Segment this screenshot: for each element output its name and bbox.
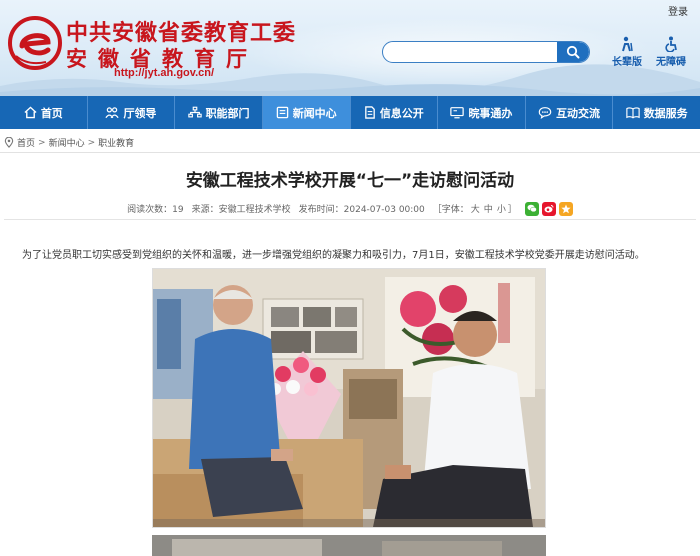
elder-mode-button[interactable]: 长辈版 bbox=[607, 36, 647, 68]
source-value: 安徽工程技术学校 bbox=[218, 205, 291, 215]
font-size-label-close: ］ bbox=[507, 205, 517, 215]
accessibility-label: 无障碍 bbox=[656, 57, 686, 68]
font-size-label-open: ［字体： bbox=[432, 205, 469, 215]
time-group: 发布时间：2024-07-03 00:00 bbox=[299, 202, 425, 215]
breadcrumb: 首页 > 新闻中心 > 职业教育 bbox=[4, 136, 134, 149]
nav-item-interaction[interactable]: 互动交流 bbox=[526, 96, 614, 129]
views-count: 19 bbox=[172, 205, 184, 215]
article-paragraph: 为了让党员职工切实感受到党组织的关怀和温暖，进一步增强党组织的凝聚力和吸引力，7… bbox=[22, 250, 645, 261]
nav-item-label: 信息公开 bbox=[379, 106, 424, 120]
nav-item-label: 新闻中心 bbox=[292, 106, 337, 120]
accessibility-icon bbox=[665, 36, 677, 52]
home-icon bbox=[24, 106, 37, 119]
breadcrumb-news[interactable]: 新闻中心 bbox=[49, 136, 85, 149]
nav-item-label: 职能部门 bbox=[205, 106, 250, 120]
font-size-small[interactable]: 小 bbox=[497, 205, 506, 215]
font-size-switcher: ［字体：大中小 ］ bbox=[433, 202, 517, 215]
main-nav: 首页 厅领导 职能部门 新闻中心 信息公开 晥事通办 互动交流 数据服务 bbox=[0, 96, 700, 129]
org-chart-icon bbox=[187, 106, 202, 118]
search-input[interactable] bbox=[383, 43, 553, 62]
site-url: http://jyt.ah.gov.cn/ bbox=[114, 67, 215, 79]
article-photo-2 bbox=[152, 535, 546, 556]
photo-scene bbox=[153, 269, 545, 527]
meta-divider bbox=[4, 219, 696, 220]
font-size-large[interactable]: 大 bbox=[471, 205, 480, 215]
time-label: 发布时间： bbox=[298, 205, 344, 215]
site-header: 登录 中共安徽省委教育工委 安徽省教育厅 http://jyt.ah.gov.c… bbox=[0, 0, 700, 96]
source-label: 来源： bbox=[191, 205, 219, 215]
nav-item-disclosure[interactable]: 信息公开 bbox=[351, 96, 439, 129]
leaders-icon bbox=[105, 107, 120, 119]
nav-item-label: 厅领导 bbox=[123, 106, 157, 120]
views-group: 阅读次数：19 bbox=[127, 202, 183, 215]
font-size-medium[interactable]: 中 bbox=[484, 205, 493, 215]
breadcrumb-divider bbox=[0, 152, 700, 153]
accessibility-button[interactable]: 无障碍 bbox=[651, 36, 691, 68]
views-label: 阅读次数： bbox=[127, 205, 173, 215]
nav-item-data[interactable]: 数据服务 bbox=[613, 96, 700, 129]
location-pin-icon bbox=[4, 137, 14, 148]
document-icon bbox=[364, 106, 375, 119]
service-icon bbox=[450, 107, 465, 119]
login-link[interactable]: 登录 bbox=[668, 3, 688, 18]
nav-item-label: 晥事通办 bbox=[468, 106, 513, 120]
search-button[interactable] bbox=[557, 42, 589, 62]
qzone-icon bbox=[561, 204, 571, 213]
share-buttons bbox=[524, 201, 573, 216]
weibo-icon bbox=[544, 205, 554, 213]
breadcrumb-separator: > bbox=[87, 137, 96, 148]
article-photo bbox=[152, 268, 546, 528]
search-icon bbox=[566, 45, 580, 59]
nav-item-services[interactable]: 晥事通办 bbox=[438, 96, 526, 129]
elder-mode-label: 长辈版 bbox=[612, 57, 642, 68]
wechat-share-button[interactable] bbox=[524, 201, 539, 216]
breadcrumb-vocational[interactable]: 职业教育 bbox=[98, 136, 134, 149]
article-title: 安徽工程技术学校开展“七一”走访慰问活动 bbox=[185, 171, 515, 191]
weibo-share-button[interactable] bbox=[541, 201, 556, 216]
news-icon bbox=[276, 106, 288, 119]
nav-item-label: 互动交流 bbox=[556, 106, 601, 120]
time-value: 2024-07-03 00:00 bbox=[343, 205, 425, 215]
chat-icon bbox=[538, 107, 552, 119]
article-meta: 阅读次数：19 来源：安徽工程技术学校 发布时间：2024-07-03 00:0… bbox=[0, 200, 700, 217]
site-logo-icon[interactable] bbox=[8, 16, 62, 70]
data-book-icon bbox=[625, 107, 640, 119]
nav-item-label: 首页 bbox=[40, 106, 63, 120]
breadcrumb-separator: > bbox=[38, 137, 46, 148]
source-group: 来源：安徽工程技术学校 bbox=[192, 202, 291, 215]
qzone-share-button[interactable] bbox=[558, 201, 573, 216]
search-box bbox=[382, 41, 590, 63]
nav-item-home[interactable]: 首页 bbox=[0, 96, 88, 129]
nav-item-departments[interactable]: 职能部门 bbox=[175, 96, 263, 129]
nav-item-label: 数据服务 bbox=[643, 106, 688, 120]
breadcrumb-home[interactable]: 首页 bbox=[17, 136, 35, 149]
nav-item-leaders[interactable]: 厅领导 bbox=[88, 96, 176, 129]
nav-item-news[interactable]: 新闻中心 bbox=[262, 96, 351, 129]
photo2-scene bbox=[152, 535, 546, 556]
wechat-icon bbox=[527, 204, 537, 213]
elder-icon bbox=[622, 36, 633, 52]
